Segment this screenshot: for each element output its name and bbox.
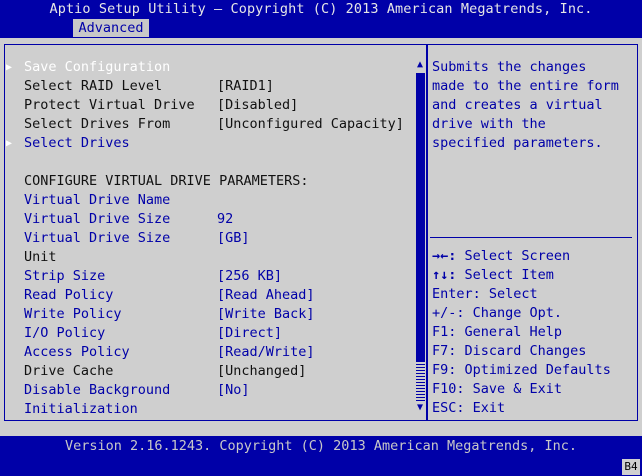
key-hint-select-item: ↑↓: Select Item <box>432 266 637 285</box>
key-hint-change-opt: +/-: Change Opt. <box>432 304 637 323</box>
key-name: F9: <box>432 362 457 378</box>
key-hint-general-help: F1: General Help <box>432 323 637 342</box>
help-line: and creates a virtual <box>432 97 603 113</box>
setting-label: Initialization <box>24 401 138 417</box>
key-desc: Exit <box>464 400 506 416</box>
setting-select-drives-from: Select Drives From [Unconfigured Capacit… <box>6 115 411 134</box>
setting-value: [Disabled] <box>217 97 299 113</box>
setting-label: Protect Virtual Drive <box>24 97 195 113</box>
setting-label: Write Policy <box>24 306 122 322</box>
setting-label: Virtual Drive Size <box>24 211 171 227</box>
setting-virtual-drive-name[interactable]: Virtual Drive Name <box>6 191 411 210</box>
menu-save-configuration[interactable]: ▶ Save Configuration <box>6 58 411 77</box>
setting-io-policy[interactable]: I/O Policy [Direct] <box>6 324 411 343</box>
setting-value: [Direct] <box>217 325 283 341</box>
key-desc: Optimized Defaults <box>456 362 611 378</box>
setting-label: Disable Background <box>24 382 171 398</box>
key-hint-select-screen: →←: Select Screen <box>432 247 637 266</box>
title-bar: Aptio Setup Utility – Copyright (C) 2013… <box>0 0 642 38</box>
setting-value: [RAID1] <box>217 78 274 94</box>
setting-label: Strip Size <box>24 268 106 284</box>
setting-label: Virtual Drive Size <box>24 230 171 246</box>
key-name: +/-: <box>432 305 465 321</box>
setting-label: Read Policy <box>24 287 114 303</box>
help-line: Submits the changes <box>432 59 587 75</box>
app-title: Aptio Setup Utility – Copyright (C) 2013… <box>49 1 593 17</box>
scroll-up-arrow-icon[interactable]: ▲ <box>413 58 427 72</box>
key-desc: General Help <box>456 324 563 340</box>
setting-value: [Read/Write] <box>217 344 315 360</box>
setting-value: [No] <box>217 382 250 398</box>
help-line: drive with the <box>432 116 546 132</box>
setting-strip-size[interactable]: Strip Size [256 KB] <box>6 267 411 286</box>
setting-write-policy[interactable]: Write Policy [Write Back] <box>6 305 411 324</box>
setting-value: 92 <box>217 211 234 227</box>
key-desc: Save & Exit <box>464 381 563 397</box>
setting-label: Drive Cache <box>24 363 114 379</box>
help-line: specified parameters. <box>432 135 603 151</box>
settings-list: ▶ Save Configuration Select RAID Level [… <box>6 58 411 419</box>
setting-access-policy[interactable]: Access Policy [Read/Write] <box>6 343 411 362</box>
key-desc: Change Opt. <box>464 305 563 321</box>
setting-protect-virtual-drive: Protect Virtual Drive [Disabled] <box>6 96 411 115</box>
scrollbar-thumb[interactable] <box>416 73 425 361</box>
setting-drive-cache: Drive Cache [Unchanged] <box>6 362 411 381</box>
setting-read-policy[interactable]: Read Policy [Read Ahead] <box>6 286 411 305</box>
key-desc: Select Screen <box>456 248 571 264</box>
version-text: Version 2.16.1243. Copyright (C) 2013 Am… <box>64 438 578 454</box>
setting-label: Unit <box>24 249 57 265</box>
blank-row <box>6 153 411 172</box>
key-hint-discard-changes: F7: Discard Changes <box>432 342 637 361</box>
panel-divider <box>426 44 428 421</box>
key-hint-exit: ESC: Exit <box>432 399 637 418</box>
submenu-arrow-icon: ▶ <box>6 62 13 73</box>
setting-disable-background[interactable]: Disable Background [No] <box>6 381 411 400</box>
menu-label: Save Configuration <box>24 59 171 75</box>
setting-value: [Unchanged] <box>217 363 307 379</box>
section-heading: CONFIGURE VIRTUAL DRIVE PARAMETERS: <box>6 172 411 191</box>
footer-bar: Version 2.16.1243. Copyright (C) 2013 Am… <box>0 436 642 476</box>
key-name: ESC: <box>432 400 465 416</box>
setting-value: [GB] <box>217 230 250 246</box>
post-code-badge: B4 <box>622 459 640 475</box>
key-name: F7: <box>432 343 457 359</box>
menu-select-drives[interactable]: ▶ Select Drives <box>6 134 411 153</box>
setting-value: [256 KB] <box>217 268 283 284</box>
key-name: F10: <box>432 381 465 397</box>
setting-value: [Write Back] <box>217 306 315 322</box>
setting-label: Select Drives From <box>24 116 171 132</box>
help-panel: Submits the changes made to the entire f… <box>432 58 632 153</box>
setting-value: [Read Ahead] <box>217 287 315 303</box>
menu-label: Select Drives <box>24 135 130 151</box>
scrollbar-track[interactable] <box>416 361 425 401</box>
key-hint-optimized-defaults: F9: Optimized Defaults <box>432 361 637 380</box>
key-name: Enter: <box>432 286 481 302</box>
setting-select-raid-level: Select RAID Level [RAID1] <box>6 77 411 96</box>
setting-label: Select RAID Level <box>24 78 163 94</box>
help-line: made to the entire form <box>432 78 619 94</box>
help-divider <box>430 237 632 238</box>
key-name: F1: <box>432 324 457 340</box>
setting-virtual-drive-size-unit[interactable]: Virtual Drive Size [GB] <box>6 229 411 248</box>
setting-unit-continuation: Unit <box>6 248 411 267</box>
scroll-down-arrow-icon[interactable]: ▼ <box>413 401 427 415</box>
submenu-arrow-icon: ▶ <box>6 138 13 149</box>
setting-label: Virtual Drive Name <box>24 192 171 208</box>
key-desc: Select Item <box>456 267 554 283</box>
key-desc: Discard Changes <box>456 343 587 359</box>
key-legend: →←: Select Screen ↑↓: Select Item Enter:… <box>432 247 637 418</box>
key-name: →←: <box>432 248 457 264</box>
setting-label: Access Policy <box>24 344 130 360</box>
setting-label: I/O Policy <box>24 325 106 341</box>
key-name: ↑↓: <box>432 267 457 283</box>
setting-value: [Unconfigured Capacity] <box>217 116 404 132</box>
setting-virtual-drive-size[interactable]: Virtual Drive Size 92 <box>6 210 411 229</box>
key-hint-save-exit: F10: Save & Exit <box>432 380 637 399</box>
tab-advanced[interactable]: Advanced <box>73 19 149 37</box>
key-hint-enter: Enter: Select <box>432 285 637 304</box>
key-desc: Select <box>480 286 538 302</box>
section-heading-label: CONFIGURE VIRTUAL DRIVE PARAMETERS: <box>24 173 309 189</box>
setting-initialization[interactable]: Initialization <box>6 400 411 419</box>
